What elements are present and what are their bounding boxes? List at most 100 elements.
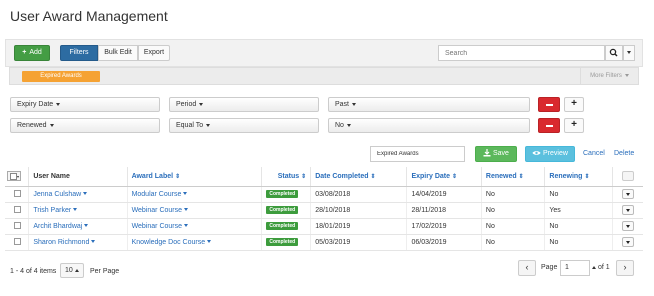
delete-link[interactable]: Delete (614, 150, 634, 157)
row-actions-button[interactable] (621, 237, 634, 247)
renewed-cell: No (481, 234, 546, 251)
column-award-label[interactable]: Award Label ⇕ (127, 167, 263, 187)
award-label-link[interactable]: Modular Course (127, 186, 263, 203)
award-label-link[interactable]: Webinar Course (127, 202, 263, 219)
sort-icon: ⇕ (175, 173, 181, 180)
row-actions-button[interactable] (621, 189, 634, 199)
column-status[interactable]: Status ⇕ (261, 167, 312, 187)
page-title: User Award Management (10, 8, 168, 24)
chevron-down-icon (624, 73, 629, 77)
table-row[interactable]: Jenna Culshaw Modular Course Completed 0… (5, 186, 643, 203)
filter-value-select[interactable]: No (328, 118, 530, 133)
row-checkbox[interactable] (14, 190, 21, 198)
row-actions-button[interactable] (621, 205, 634, 215)
table-header-row: User Name Award Label ⇕ Status ⇕ Date Comp… (5, 167, 643, 187)
user-name: Sharon Richmond (33, 238, 90, 246)
status-badge: Completed (266, 222, 299, 230)
award-label-link[interactable]: Webinar Course (127, 218, 263, 235)
award-label: Modular Course (131, 190, 182, 198)
row-checkbox[interactable] (14, 238, 21, 246)
per-page-label: Per Page (90, 268, 120, 275)
chevron-down-icon (83, 192, 88, 196)
renewed-cell: No (481, 186, 546, 203)
filter-operator-select[interactable]: Equal To (169, 118, 319, 133)
chevron-down-icon (184, 224, 189, 228)
search-button[interactable] (605, 45, 623, 61)
search-options-button[interactable] (623, 45, 635, 61)
row-actions-button[interactable] (621, 221, 634, 231)
renewing-cell: Yes (544, 202, 613, 219)
items-count: 1 - 4 of 4 items (10, 268, 57, 275)
sort-icon: ⇕ (370, 173, 376, 180)
filter-value-select[interactable]: Past (328, 97, 530, 112)
renewing-cell: No (544, 186, 613, 203)
award-label-link[interactable]: Knowledge Doc Course (127, 234, 263, 251)
column-date-completed[interactable]: Date Completed ⇕ (310, 167, 408, 187)
table-row[interactable]: Trish Parker Webinar Course Completed 28… (5, 202, 643, 219)
chevron-down-icon (183, 192, 188, 196)
bulk-edit-button[interactable]: Bulk Edit (98, 45, 138, 61)
preview-button[interactable]: Preview (525, 146, 575, 162)
award-label: Webinar Course (131, 222, 183, 230)
filter-name-input[interactable] (370, 146, 465, 162)
filter-operator-select[interactable]: Period (169, 97, 319, 112)
previous-page-button[interactable]: ‹ (518, 260, 536, 276)
add-filter-button[interactable]: + (564, 118, 584, 133)
save-button[interactable]: Save (475, 146, 517, 162)
save-button-label: Save (492, 150, 509, 157)
select-all-checkbox[interactable] (7, 171, 21, 182)
remove-filter-button[interactable] (538, 97, 560, 112)
column-expiry-date[interactable]: Expiry Date ⇕ (406, 167, 482, 187)
add-filter-button[interactable]: + (564, 97, 584, 112)
row-checkbox[interactable] (14, 222, 21, 230)
table-row[interactable]: Sharon Richmond Knowledge Doc Course Com… (5, 234, 643, 251)
remove-filter-button[interactable] (538, 118, 560, 133)
user-name-link[interactable]: Sharon Richmond (28, 234, 128, 251)
page-number-input[interactable]: 1 (560, 260, 590, 276)
status-badge: Completed (266, 206, 299, 214)
next-page-button[interactable]: › (616, 260, 634, 276)
more-filters-button[interactable]: More Filters (580, 68, 638, 84)
page-total: of 1 (598, 264, 610, 271)
table-row[interactable]: Archit Bhardwaj Webinar Course Completed… (5, 218, 643, 235)
filters-button[interactable]: Filters (60, 45, 98, 61)
row-checkbox[interactable] (14, 206, 21, 214)
add-button[interactable]: + Add (14, 45, 50, 61)
column-actions (612, 167, 643, 187)
user-name-link[interactable]: Trish Parker (28, 202, 128, 219)
date-completed-cell: 18/01/2019 (310, 218, 408, 235)
column-renewing[interactable]: Renewing ⇕ (544, 167, 613, 187)
column-award-label-text: Award Label (131, 172, 174, 180)
page-label: Page (541, 264, 558, 271)
chevron-down-icon (184, 208, 189, 212)
select-all-header[interactable] (5, 167, 30, 187)
cancel-link[interactable]: Cancel (583, 150, 605, 157)
per-page-value: 10 (65, 267, 73, 274)
user-name-link[interactable]: Archit Bhardwaj (28, 218, 128, 235)
export-button[interactable]: Export (138, 45, 170, 61)
chevron-down-icon (207, 240, 212, 244)
add-button-label: Add (29, 49, 42, 56)
preview-button-label: Preview (543, 150, 568, 157)
column-options-button[interactable] (621, 171, 634, 182)
search-input[interactable] (438, 45, 605, 61)
per-page-select[interactable]: 10 (60, 263, 84, 278)
expired-awards-tag[interactable]: Expired Awards (22, 71, 100, 82)
column-renewing-text: Renewing (549, 172, 583, 180)
user-name-link[interactable]: Jenna Culshaw (28, 186, 128, 203)
date-completed-cell: 03/08/2018 (310, 186, 408, 203)
chevron-down-icon (91, 240, 96, 244)
expiry-date-cell: 28/11/2018 (406, 202, 482, 219)
filter-field-select[interactable]: Expiry Date (10, 97, 160, 112)
chevron-right-icon: › (623, 262, 627, 272)
chevron-down-icon (73, 208, 78, 212)
status-badge: Completed (266, 238, 299, 246)
awards-table: User Name Award Label ⇕ Status ⇕ Date Comp… (5, 167, 643, 251)
column-renewed[interactable]: Renewed ⇕ (481, 167, 546, 187)
date-completed-cell: 05/03/2019 (310, 234, 408, 251)
sort-icon: ⇕ (301, 173, 307, 180)
filter-field-select[interactable]: Renewed (10, 118, 160, 133)
column-user-name[interactable]: User Name (28, 167, 128, 187)
chevron-down-icon (627, 50, 631, 54)
chevron-down-icon (49, 123, 54, 127)
